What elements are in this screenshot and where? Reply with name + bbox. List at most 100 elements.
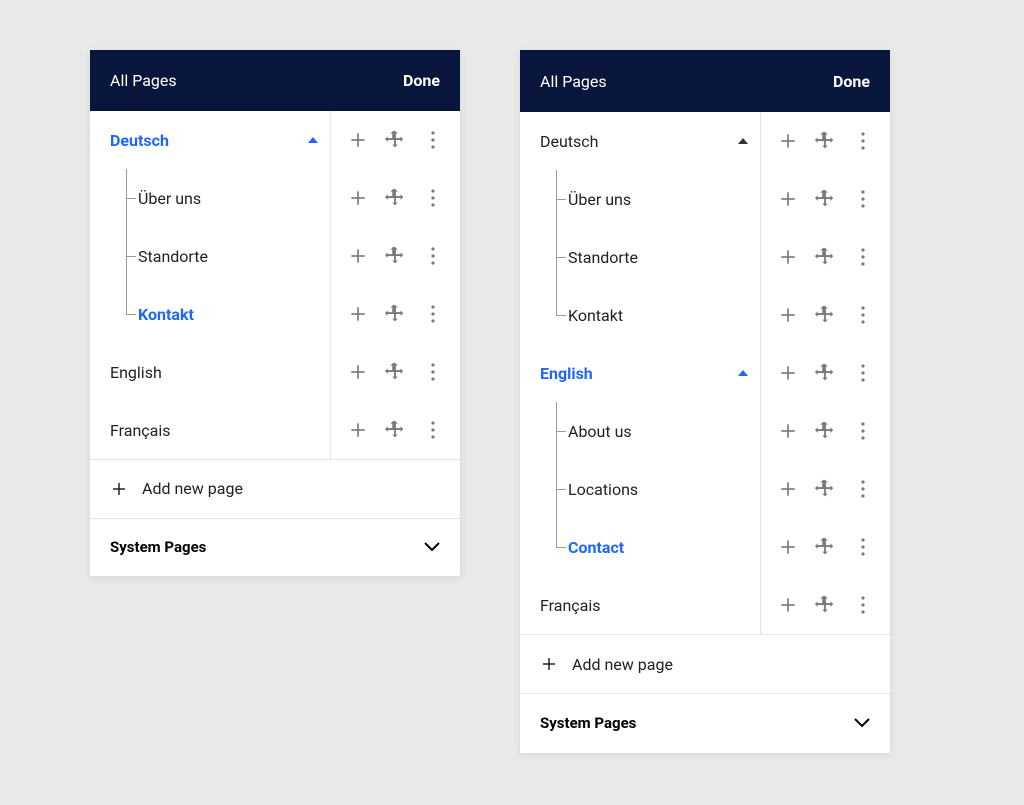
more-icon[interactable] <box>850 476 876 502</box>
tree-item-actions <box>760 228 890 286</box>
add-page-label: Add new page <box>142 479 243 498</box>
move-icon[interactable] <box>812 360 838 386</box>
tree-item-label: English <box>540 364 593 383</box>
tree-item-label: Kontakt <box>138 305 194 324</box>
more-icon[interactable] <box>850 418 876 444</box>
tree-item-ueber-uns[interactable]: Über uns <box>90 169 460 227</box>
tree-item-label: Standorte <box>568 248 638 267</box>
tree-item-francais[interactable]: Français <box>520 576 890 634</box>
move-icon[interactable] <box>812 592 838 618</box>
tree-item-actions <box>330 227 460 285</box>
move-icon[interactable] <box>812 128 838 154</box>
done-button[interactable]: Done <box>403 71 440 90</box>
tree-item-ueber-uns[interactable]: Über uns <box>520 170 890 228</box>
more-icon[interactable] <box>420 359 446 385</box>
move-icon[interactable] <box>382 417 408 443</box>
move-icon[interactable] <box>382 185 408 211</box>
tree-item-actions <box>760 170 890 228</box>
tree-item-actions <box>760 402 890 460</box>
tree-item-standorte[interactable]: Standorte <box>90 227 460 285</box>
add-icon[interactable] <box>345 185 371 211</box>
panel-header: All Pages Done <box>520 50 890 112</box>
tree-item-kontakt[interactable]: Kontakt <box>90 285 460 343</box>
more-icon[interactable] <box>420 127 446 153</box>
tree-item-actions <box>330 401 460 459</box>
add-icon[interactable] <box>775 244 801 270</box>
tree-item-locations[interactable]: Locations <box>520 460 890 518</box>
tree-item-actions <box>760 286 890 344</box>
more-icon[interactable] <box>420 417 446 443</box>
move-icon[interactable] <box>812 186 838 212</box>
add-icon[interactable] <box>345 359 371 385</box>
pages-panel: All Pages Done Deutsch Über uns <box>520 50 890 753</box>
more-icon[interactable] <box>850 534 876 560</box>
add-icon[interactable] <box>775 476 801 502</box>
tree-item-english[interactable]: English <box>90 343 460 401</box>
add-icon[interactable] <box>775 592 801 618</box>
page-tree: Deutsch Über uns <box>90 111 460 459</box>
add-icon[interactable] <box>775 360 801 386</box>
system-pages-label: System Pages <box>540 714 636 732</box>
tree-item-label: Locations <box>568 480 638 499</box>
tree-item-english[interactable]: English <box>520 344 890 402</box>
chevron-down-icon <box>424 542 440 552</box>
more-icon[interactable] <box>850 360 876 386</box>
tree-item-actions <box>330 285 460 343</box>
chevron-down-icon <box>854 718 870 728</box>
tree-item-about-us[interactable]: About us <box>520 402 890 460</box>
tree-item-label: About us <box>568 422 632 441</box>
add-icon[interactable] <box>345 301 371 327</box>
tree-item-label: Deutsch <box>110 131 169 150</box>
move-icon[interactable] <box>382 127 408 153</box>
more-icon[interactable] <box>850 302 876 328</box>
move-icon[interactable] <box>382 301 408 327</box>
add-icon[interactable] <box>775 302 801 328</box>
tree-item-deutsch[interactable]: Deutsch <box>90 111 460 169</box>
pages-panel: All Pages Done Deutsch Über uns <box>90 50 460 576</box>
more-icon[interactable] <box>850 186 876 212</box>
tree-item-actions <box>760 460 890 518</box>
add-page-button[interactable]: Add new page <box>520 635 890 693</box>
move-icon[interactable] <box>382 359 408 385</box>
chevron-up-icon <box>308 137 318 143</box>
move-icon[interactable] <box>812 302 838 328</box>
add-icon[interactable] <box>345 243 371 269</box>
move-icon[interactable] <box>812 418 838 444</box>
move-icon[interactable] <box>382 243 408 269</box>
more-icon[interactable] <box>850 592 876 618</box>
add-icon[interactable] <box>775 186 801 212</box>
more-icon[interactable] <box>850 128 876 154</box>
tree-item-label: Contact <box>568 538 624 557</box>
tree-item-kontakt[interactable]: Kontakt <box>520 286 890 344</box>
add-page-button[interactable]: Add new page <box>90 460 460 517</box>
tree-item-francais[interactable]: Français <box>90 401 460 459</box>
add-icon[interactable] <box>775 534 801 560</box>
tree-item-contact[interactable]: Contact <box>520 518 890 576</box>
tree-children: Über uns Standorte <box>90 169 460 343</box>
move-icon[interactable] <box>812 534 838 560</box>
panel-header: All Pages Done <box>90 50 460 111</box>
done-button[interactable]: Done <box>833 72 870 91</box>
tree-item-actions <box>330 169 460 227</box>
add-icon[interactable] <box>775 418 801 444</box>
tree-item-label: Über uns <box>568 190 631 209</box>
add-page-label: Add new page <box>572 655 673 674</box>
system-pages-toggle[interactable]: System Pages <box>90 519 460 576</box>
more-icon[interactable] <box>850 244 876 270</box>
more-icon[interactable] <box>420 301 446 327</box>
plus-icon <box>540 655 558 673</box>
move-icon[interactable] <box>812 476 838 502</box>
tree-item-actions <box>760 518 890 576</box>
move-icon[interactable] <box>812 244 838 270</box>
tree-item-actions <box>760 576 890 634</box>
add-icon[interactable] <box>345 417 371 443</box>
more-icon[interactable] <box>420 243 446 269</box>
tree-item-standorte[interactable]: Standorte <box>520 228 890 286</box>
chevron-up-icon <box>738 138 748 144</box>
more-icon[interactable] <box>420 185 446 211</box>
tree-item-deutsch[interactable]: Deutsch <box>520 112 890 170</box>
header-title: All Pages <box>110 71 177 90</box>
system-pages-toggle[interactable]: System Pages <box>520 694 890 752</box>
add-icon[interactable] <box>345 127 371 153</box>
add-icon[interactable] <box>775 128 801 154</box>
